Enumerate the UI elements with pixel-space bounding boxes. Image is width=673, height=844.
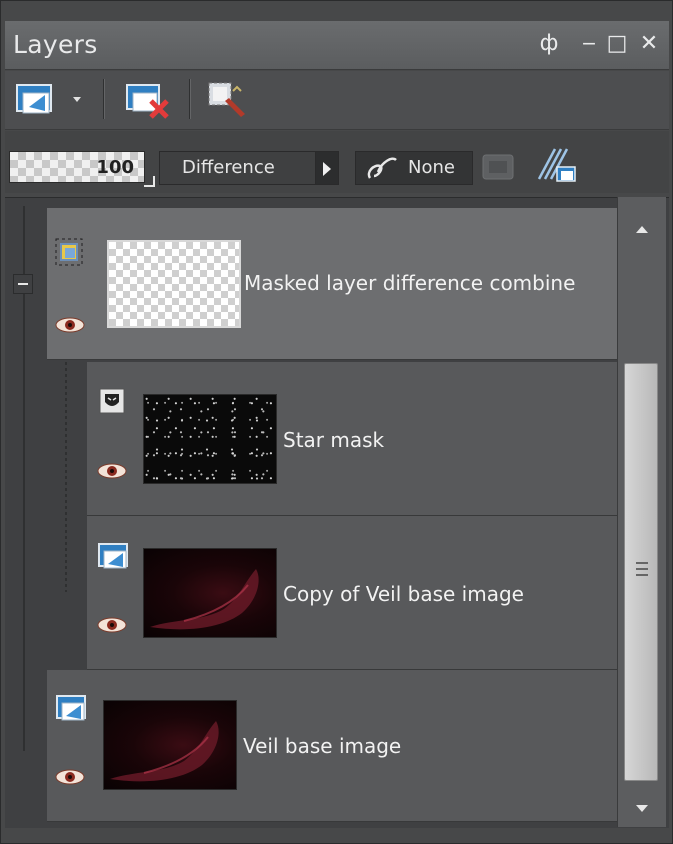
visibility-eye-icon[interactable] (97, 462, 127, 480)
layer-properties-button[interactable] (201, 81, 255, 119)
minimize-icon[interactable]: ‒ (577, 31, 601, 57)
mask-layer-icon (99, 388, 125, 414)
toolbar-separator (103, 79, 105, 119)
opacity-field[interactable]: 100 (9, 151, 145, 183)
link-chain-icon (367, 157, 397, 179)
scroll-up-arrow-icon[interactable] (634, 223, 650, 235)
layer-properties-icon (208, 82, 245, 117)
edit-mask-icon[interactable] (533, 145, 581, 185)
delete-layer-button[interactable] (121, 81, 177, 119)
mask-view-icon[interactable] (479, 151, 519, 185)
raster-layer-icon (98, 543, 128, 569)
veil-nebula-graphic (150, 569, 259, 630)
layer-thumbnail (143, 394, 277, 484)
opacity-value: 100 (96, 157, 134, 178)
layer-row-masked-group[interactable]: Masked layer difference combine (47, 208, 617, 360)
layers-list: Masked layer difference combine Star mas… (5, 197, 669, 828)
panel-title: Layers (13, 30, 98, 59)
veil-nebula-graphic (110, 721, 219, 782)
raster-layer-icon (56, 695, 86, 721)
link-mode-select[interactable]: None (355, 151, 473, 185)
maximize-icon[interactable]: □ (605, 31, 629, 57)
layers-panel: Layers ф ‒ □ ✕ 100 Difference None Maske… (0, 0, 673, 844)
tree-line (65, 362, 67, 592)
link-mode-value: None (408, 157, 455, 178)
layer-name: Copy of Veil base image (283, 582, 524, 606)
pin-icon[interactable]: ф (537, 31, 561, 57)
new-layer-icon (16, 84, 81, 114)
visibility-eye-icon[interactable] (97, 616, 127, 634)
layers-scrollbar[interactable] (617, 197, 666, 827)
visibility-eye-icon[interactable] (55, 316, 85, 334)
toolbar-separator (189, 79, 191, 119)
blend-mode-arrow-icon[interactable] (315, 151, 339, 185)
delete-layer-icon (126, 84, 169, 119)
group-layer-icon (55, 238, 83, 266)
layer-name: Masked layer difference combine (244, 271, 576, 295)
visibility-eye-icon[interactable] (55, 768, 85, 786)
blend-mode-value: Difference (182, 157, 275, 178)
layer-row-copy-veil[interactable]: Copy of Veil base image (87, 516, 617, 670)
blend-mode-select[interactable]: Difference (159, 151, 333, 185)
layer-row-star-mask[interactable]: Star mask (87, 362, 617, 516)
layer-options-row: 100 Difference None (5, 131, 669, 193)
new-layer-button[interactable] (13, 81, 93, 119)
scrollbar-grip (636, 562, 648, 564)
scrollbar-grip (636, 574, 648, 576)
layer-row-veil-base[interactable]: Veil base image (47, 670, 617, 822)
layer-thumbnail (103, 700, 237, 790)
layer-thumbnail (143, 548, 277, 638)
opacity-slider-handle-icon[interactable] (143, 175, 155, 187)
scroll-down-arrow-icon[interactable] (634, 803, 650, 815)
layer-thumbnail (107, 240, 241, 328)
scrollbar-thumb[interactable] (624, 363, 658, 781)
panel-title-bar[interactable]: Layers ф ‒ □ ✕ (5, 21, 669, 70)
layers-toolbar (5, 71, 669, 130)
group-collapse-toggle[interactable] (13, 274, 33, 294)
scrollbar-grip (636, 568, 648, 570)
layer-name: Veil base image (243, 734, 402, 758)
close-icon[interactable]: ✕ (637, 31, 661, 57)
layer-name: Star mask (283, 428, 385, 452)
